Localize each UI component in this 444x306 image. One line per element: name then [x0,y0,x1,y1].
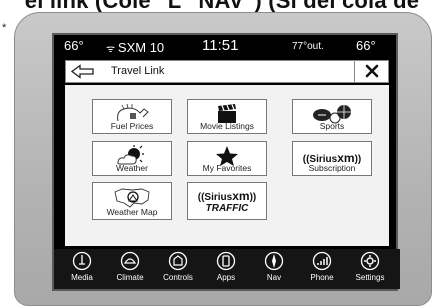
tile-subscription[interactable]: ((Siriusxm)) Subscription [292,141,372,176]
nav-label: Climate [116,273,144,282]
driver-temp[interactable]: 66° [64,38,84,53]
tile-sports[interactable]: Sports [292,99,372,134]
passenger-temp[interactable]: 66° [356,38,376,53]
close-icon [365,64,379,78]
phone-icon [312,251,332,271]
tile-label: Movie Listings [200,121,254,131]
traffic-wordmark: TRAFFIC [205,203,249,214]
tile-label: Subscription [308,163,356,173]
antenna-icon: ᯤ [106,44,118,55]
tile-label: Weather [116,163,148,173]
nav-climate[interactable]: Climate [108,251,152,287]
page-title: Travel Link [111,65,165,77]
nav-controls[interactable]: Controls [156,251,200,287]
travel-link-grid: Fuel Prices Movie Listings Sports Weathe… [65,85,389,246]
nav-apps[interactable]: Apps [204,251,248,287]
touchscreen: 66° ᯤ SXM 10 11:51 77°out. 66° Travel Li… [52,33,400,291]
title-bar: Travel Link [65,60,389,83]
nav-label: Media [71,273,93,282]
nav-compass-icon [264,251,284,271]
nav-settings[interactable]: Settings [348,251,392,287]
close-button[interactable] [354,61,388,82]
tile-label: Sports [319,121,345,131]
nav-phone[interactable]: Phone [300,251,344,287]
nav-label: Phone [310,273,334,282]
siriusxm-logo: ((Siriusxm)) [197,189,257,203]
nav-label: Apps [216,273,236,282]
tile-siriusxm-traffic[interactable]: ((Siriusxm)) TRAFFIC [187,182,267,220]
settings-gear-icon [360,251,380,271]
back-button[interactable] [69,63,99,80]
bottom-nav-bar: Media Climate Controls Apps Nav Phone Se… [54,249,400,289]
radio-station[interactable]: ᯤ SXM 10 [106,40,164,55]
footnote-marker: * [2,22,7,34]
media-icon [72,251,92,271]
controls-icon [168,251,188,271]
nav-media[interactable]: Media [60,251,104,287]
nav-label: Settings [355,273,385,282]
tile-weather-map[interactable]: Weather Map [92,182,172,220]
tile-label: Weather Map [106,207,158,217]
tile-movie-listings[interactable]: Movie Listings [187,99,267,134]
climate-icon [120,251,140,271]
apps-icon [216,251,236,271]
back-arrow-icon [70,64,94,79]
nav-label: Controls [163,273,193,282]
nav-nav[interactable]: Nav [252,251,296,287]
tile-label: Fuel Prices [110,121,154,131]
tile-label: My Favorites [202,163,252,173]
tile-fuel-prices[interactable]: Fuel Prices [92,99,172,134]
nav-label: Nav [266,273,282,282]
tile-weather[interactable]: Weather [92,141,172,176]
outside-temp: 77°out. [292,41,324,52]
status-bar: 66° ᯤ SXM 10 11:51 77°out. 66° [54,35,400,57]
clock: 11:51 [202,37,239,54]
tile-my-favorites[interactable]: My Favorites [187,141,267,176]
